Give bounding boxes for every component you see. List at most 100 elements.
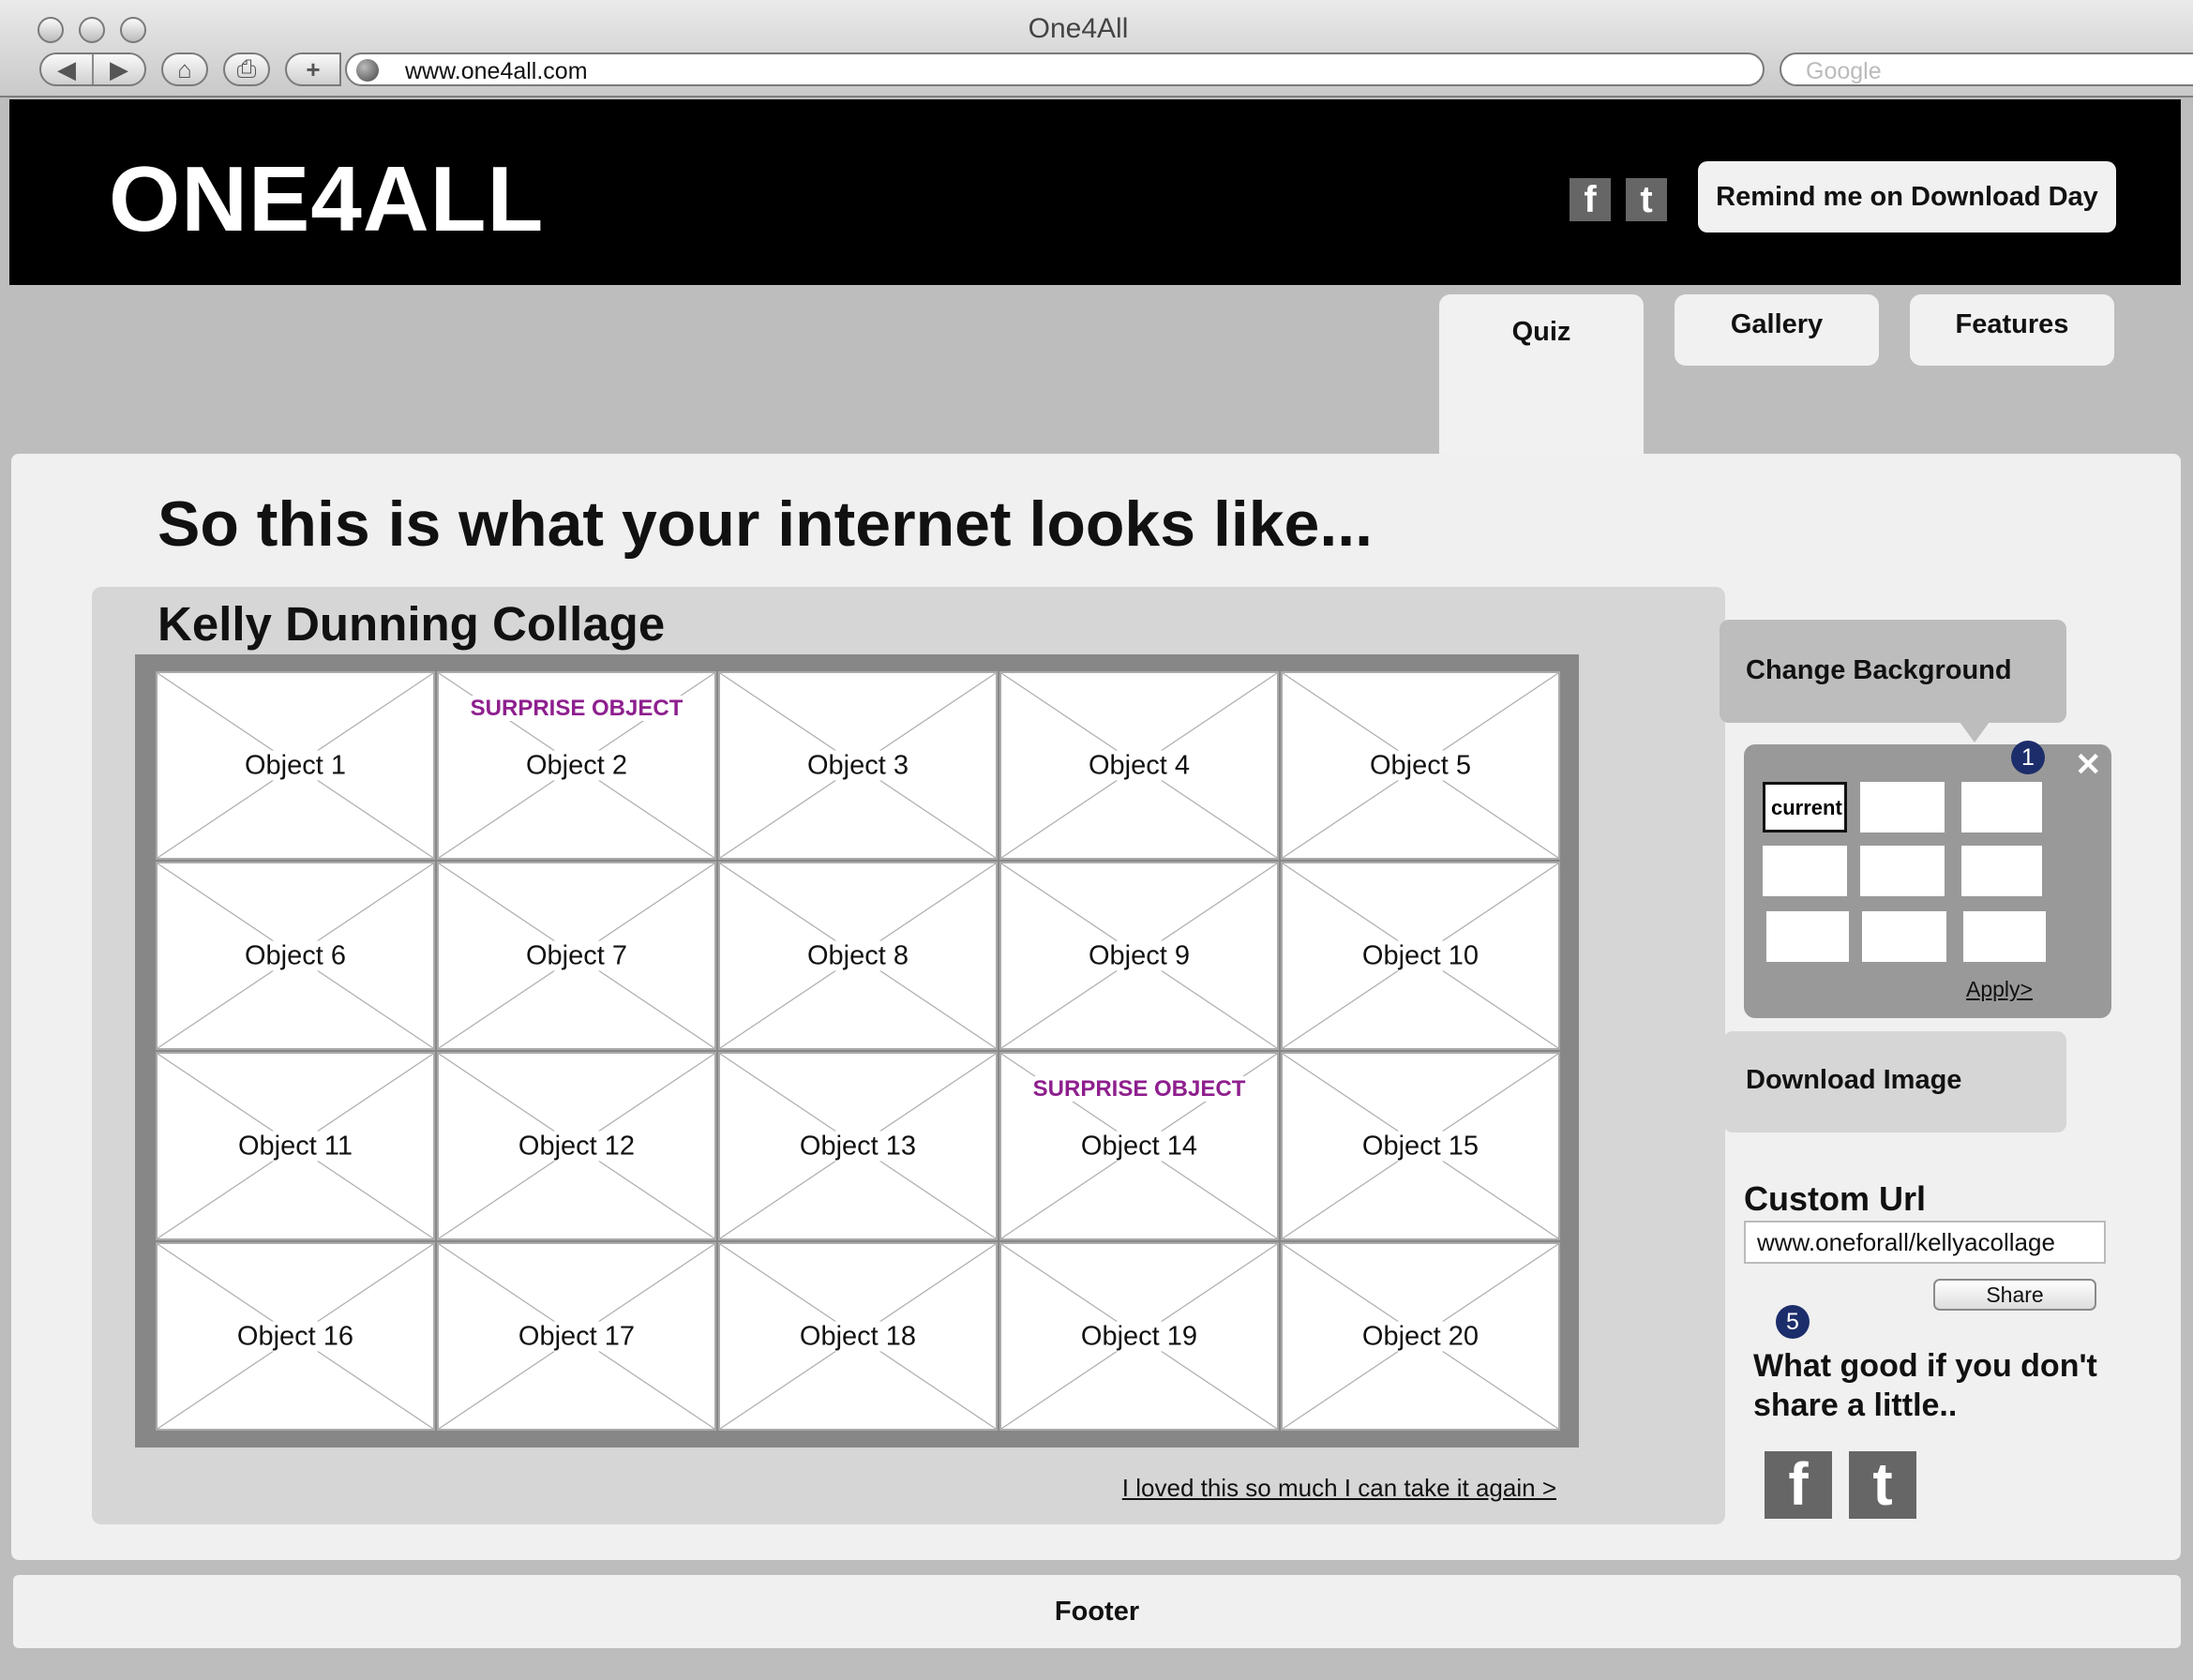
popover-pointer [1960,722,1990,742]
print-icon: ⎙ [236,54,257,82]
site-logo[interactable]: ONE4ALL [109,146,544,252]
annotation-badge: 5 [1776,1305,1810,1339]
retake-quiz-link[interactable]: I loved this so much I can take it again… [1122,1474,1556,1503]
address-bar[interactable]: www.one4all.com [345,52,1765,86]
object-label: Object 20 [1283,1321,1558,1352]
collage-object[interactable]: Object 5 [1281,671,1560,860]
collage-object[interactable]: Object 13 [718,1052,998,1240]
globe-icon [356,59,379,82]
back-forward-group: ◀ ▶ [39,52,146,86]
forward-icon[interactable]: ▶ [92,54,144,84]
collage-object[interactable]: Object 1 [156,671,435,860]
tab-features-label: Features [1955,309,2069,339]
object-label: Object 7 [439,940,714,971]
object-label: Object 18 [720,1321,996,1352]
background-swatch[interactable] [1860,782,1945,832]
background-swatch[interactable] [1763,846,1847,896]
background-swatch[interactable] [1961,782,2042,832]
collage-panel: Kelly Dunning Collage Object 1 SURPRISE O… [92,587,1725,1524]
collage-object[interactable]: SURPRISE OBJECT Object 14 [999,1052,1279,1240]
home-icon: ⌂ [177,54,192,83]
collage-object[interactable]: Object 3 [718,671,998,860]
collage-object[interactable]: Object 20 [1281,1242,1560,1431]
window-title: One4All [1028,13,1129,44]
collage-object[interactable]: Object 10 [1281,862,1560,1050]
object-label: Object 17 [439,1321,714,1352]
back-icon[interactable]: ◀ [41,54,92,84]
twitter-share-icon[interactable]: t [1849,1450,1916,1519]
share-prompt-text: What good if you don't share a little.. [1753,1348,2097,1423]
object-label: Object 6 [158,940,433,971]
object-label: Object 8 [720,940,996,971]
print-button[interactable]: ⎙ [223,52,270,86]
remind-download-day-button[interactable]: Remind me on Download Day [1698,161,2116,232]
add-bookmark-button[interactable]: + [285,52,341,86]
collage-object[interactable]: Object 9 [999,862,1279,1050]
facebook-share-icon[interactable]: f [1765,1450,1832,1519]
current-swatch-label: current [1771,796,1842,819]
tab-gallery[interactable]: Gallery [1675,294,1879,366]
tab-quiz[interactable]: Quiz [1439,294,1644,456]
background-swatch[interactable] [1961,846,2042,896]
share-button[interactable]: Share [1933,1279,2096,1311]
object-label: Object 2 [439,750,714,781]
collage-object[interactable]: Object 15 [1281,1052,1560,1240]
address-text: www.one4all.com [405,58,588,84]
annotation-badge: 1 [2011,741,2045,774]
apply-background-link[interactable]: Apply> [1966,977,2033,1002]
background-swatch[interactable] [1766,911,1849,962]
add-bookmark-icon: + [306,54,321,83]
collage-object[interactable]: Object 8 [718,862,998,1050]
tab-quiz-label: Quiz [1511,317,1571,347]
surprise-object-label: SURPRISE OBJECT [1001,1076,1277,1102]
object-label: Object 16 [158,1321,433,1352]
footer-label: Footer [1054,1596,1140,1627]
tab-gallery-label: Gallery [1730,309,1824,339]
collage-object[interactable]: Object 19 [999,1242,1279,1431]
twitter-icon[interactable]: t [1626,178,1667,221]
search-input[interactable]: Google [1780,52,2193,86]
home-button[interactable]: ⌂ [161,52,208,86]
object-label: Object 12 [439,1131,714,1162]
collage-object[interactable]: Object 18 [718,1242,998,1431]
custom-url-field[interactable] [1744,1221,2106,1264]
collage-title: Kelly Dunning Collage [158,597,666,651]
object-label: Object 4 [1001,750,1277,781]
object-label: Object 9 [1001,940,1277,971]
collage-object[interactable]: Object 17 [437,1242,716,1431]
change-background-button[interactable]: Change Background [1720,620,2066,723]
background-swatch-current[interactable]: current [1763,782,1847,832]
search-placeholder: Google [1806,58,1882,84]
object-label: Object 15 [1283,1131,1558,1162]
close-icon[interactable]: ✕ [2075,746,2102,784]
site-header: ONE4ALL f t Remind me on Download Day [9,99,2181,285]
background-swatch[interactable] [1860,846,1945,896]
collage-object[interactable]: Object 11 [156,1052,435,1240]
browser-chrome: One4All ◀ ▶ ⌂ ⎙ + www.one4all.com Google [0,0,2193,98]
background-swatch[interactable] [1862,911,1946,962]
object-label: Object 14 [1001,1131,1277,1162]
surprise-object-label: SURPRISE OBJECT [439,696,714,722]
object-label: Object 3 [720,750,996,781]
collage-object[interactable]: Object 6 [156,862,435,1050]
collage-object[interactable]: Object 4 [999,671,1279,860]
page-title: So this is what your internet looks like… [158,488,1374,560]
facebook-icon[interactable]: f [1570,178,1611,221]
collage-grid: Object 1 SURPRISE OBJECT Object 2 Object 3O… [135,654,1579,1448]
object-label: Object 11 [158,1131,433,1162]
object-label: Object 13 [720,1131,996,1162]
tab-features[interactable]: Features [1910,294,2114,366]
background-swatch[interactable] [1963,911,2046,962]
object-label: Object 5 [1283,750,1558,781]
collage-object[interactable]: Object 7 [437,862,716,1050]
object-label: Object 1 [158,750,433,781]
object-label: Object 19 [1001,1321,1277,1352]
custom-url-label: Custom Url [1744,1179,1927,1218]
collage-object[interactable]: SURPRISE OBJECT Object 2 [437,671,716,860]
object-label: Object 10 [1283,940,1558,971]
collage-object[interactable]: Object 12 [437,1052,716,1240]
background-picker-panel: current [1744,744,2111,1018]
site-footer: Footer [13,1575,2181,1648]
collage-object[interactable]: Object 16 [156,1242,435,1431]
download-image-button[interactable]: Download Image [1723,1031,2066,1132]
